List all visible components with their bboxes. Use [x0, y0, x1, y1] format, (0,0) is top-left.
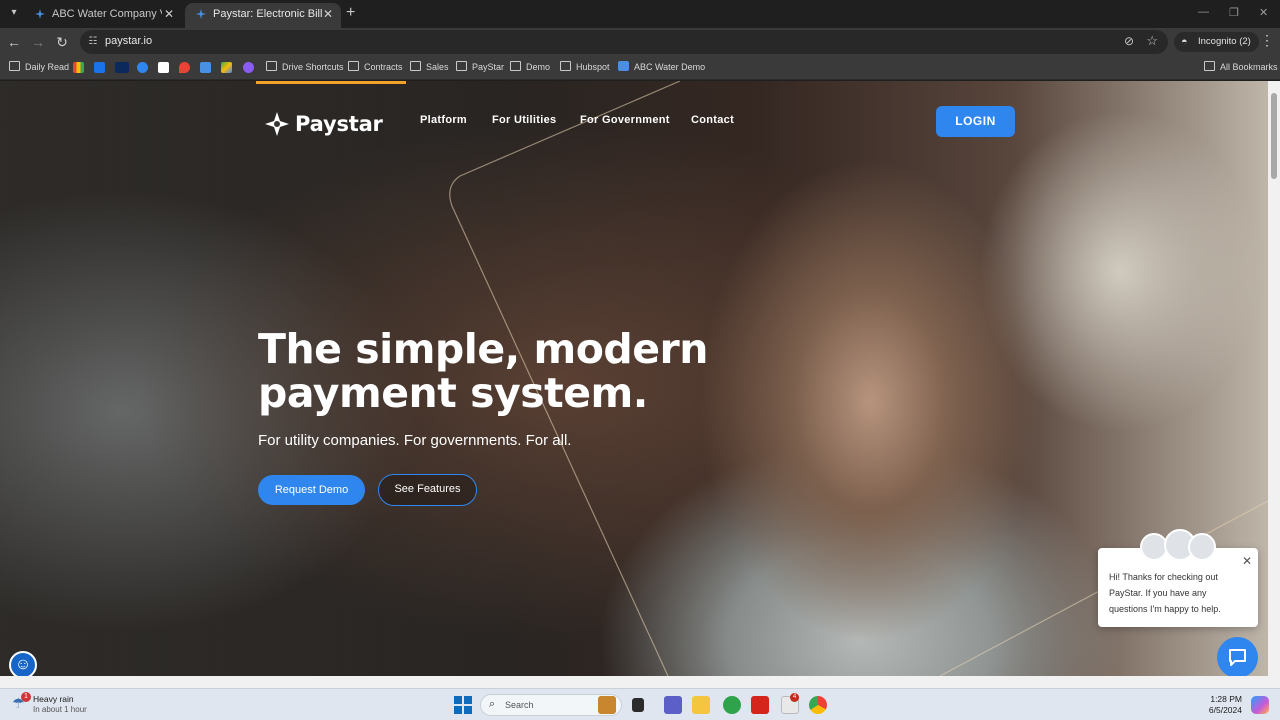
paystar-favicon-icon	[35, 9, 45, 19]
system-clock[interactable]: 1:28 PM 6/5/2024	[1196, 694, 1242, 716]
folder-icon	[410, 61, 421, 71]
close-icon[interactable]: ✕	[323, 3, 333, 25]
eye-slash-icon[interactable]: ⊘	[1124, 34, 1134, 48]
forward-icon[interactable]: →	[29, 33, 47, 51]
chat-launcher-button[interactable]	[1217, 637, 1258, 676]
briefcase-icon[interactable]	[598, 696, 616, 714]
bookmark-drive-shortcuts[interactable]: Drive Shortcuts	[266, 61, 344, 73]
bookmark-abc-water-demo[interactable]: ABC Water Demo	[618, 61, 705, 73]
tab-strip: ▾ ABC Water Company View and ✕ Paystar: …	[0, 0, 1280, 28]
restore-icon[interactable]: ❐	[1229, 6, 1239, 19]
menu-dots-icon[interactable]: ⋮	[1260, 32, 1274, 49]
window-close-icon[interactable]: ✕	[1259, 6, 1268, 19]
avatar	[1188, 533, 1216, 561]
paystar-logo-icon	[618, 61, 629, 71]
bookmark-app-icon[interactable]	[115, 62, 129, 73]
bookmarks-bar: Daily Read Drive Shortcuts Contracts Sal…	[0, 56, 1280, 80]
folder-icon	[9, 61, 20, 71]
incognito-icon: ◓	[1181, 36, 1188, 48]
maps-pin-icon[interactable]	[179, 62, 190, 73]
folder-icon	[560, 61, 571, 71]
bookmark-star-icon[interactable]: ☆	[1146, 33, 1158, 49]
url-text[interactable]: paystar.io	[105, 35, 152, 47]
evernote-icon[interactable]	[723, 696, 741, 714]
tab-title: Paystar: Electronic Bill Presenta	[213, 8, 323, 20]
drive-icon[interactable]	[221, 62, 232, 73]
incognito-profile-button[interactable]: ◓ Incognito (2)	[1174, 32, 1259, 52]
clock-time: 1:28 PM	[1210, 694, 1242, 704]
vertical-scrollbar[interactable]	[1268, 81, 1280, 676]
weather-subtitle: In about 1 hour	[33, 705, 87, 714]
chrome-icon[interactable]	[809, 696, 827, 714]
copilot-icon[interactable]	[1251, 696, 1269, 714]
folder-icon	[456, 61, 467, 71]
nav-for-government[interactable]: For Government	[580, 114, 670, 126]
chat-agent-avatars	[1140, 529, 1216, 565]
chat-bubble-icon	[1229, 649, 1246, 666]
minimize-icon[interactable]: —	[1198, 6, 1209, 18]
login-button[interactable]: LOGIN	[936, 106, 1015, 137]
search-icon: ⌕	[489, 698, 496, 710]
site-info-icon[interactable]: ☷	[86, 35, 100, 49]
tab-paystar[interactable]: Paystar: Electronic Bill Presenta ✕	[185, 3, 341, 28]
task-view-icon[interactable]	[632, 698, 644, 712]
request-demo-button[interactable]: Request Demo	[258, 475, 365, 505]
brand-name: Paystar	[295, 112, 383, 136]
hero-title: The simple, modern payment system.	[258, 325, 708, 417]
hero-subtitle: For utility companies. For governments. …	[258, 432, 572, 449]
profile-label: Incognito (2)	[1198, 36, 1251, 47]
chat-message: Hi! Thanks for checking out PayStar. If …	[1109, 572, 1221, 614]
scroll-thumb[interactable]	[1271, 93, 1277, 179]
bookmark-demo[interactable]: Demo	[510, 61, 550, 73]
paystar-favicon-icon	[196, 9, 206, 19]
folder-icon	[510, 61, 521, 71]
clock-date: 6/5/2024	[1208, 705, 1242, 715]
bookmark-paystar[interactable]: PayStar	[456, 61, 504, 73]
windows-taskbar: ☂ 1 Heavy rain In about 1 hour ⌕ Search …	[0, 688, 1280, 720]
acrobat-icon[interactable]	[751, 696, 769, 714]
gear-icon[interactable]	[243, 62, 254, 73]
check-icon[interactable]	[137, 62, 148, 73]
weather-badge: 1	[21, 692, 31, 702]
folder-icon	[266, 61, 277, 71]
reload-icon[interactable]: ↻	[53, 33, 71, 51]
search-placeholder: Search	[505, 700, 534, 710]
windows-start-icon[interactable]	[454, 696, 472, 714]
weather-title[interactable]: Heavy rain	[33, 694, 74, 704]
all-bookmarks[interactable]: All Bookmarks	[1204, 61, 1278, 73]
teams-icon[interactable]	[664, 696, 682, 714]
new-tab-icon[interactable]: +	[346, 4, 355, 22]
see-features-button[interactable]: See Features	[378, 474, 477, 506]
bookmark-hubspot[interactable]: Hubspot	[560, 61, 610, 73]
nav-platform[interactable]: Platform	[420, 114, 467, 126]
nav-active-indicator	[256, 81, 406, 84]
address-bar[interactable]: ☷ paystar.io ⊘ ☆	[80, 30, 1168, 54]
bookmark-daily-read[interactable]: Daily Read	[9, 61, 69, 73]
close-icon[interactable]: ✕	[164, 3, 174, 25]
back-icon[interactable]: ←	[5, 33, 23, 51]
bookmark-app-icon[interactable]	[158, 62, 169, 73]
gmail-icon[interactable]	[73, 62, 84, 73]
browser-toolbar: ← → ↻ ☷ paystar.io ⊘ ☆ ◓ Incognito (2) ⋮	[0, 28, 1280, 56]
paystar-hero: Paystar Platform For Utilities For Gover…	[0, 81, 1268, 676]
paystar-logo-icon	[265, 112, 289, 136]
bookmark-sales[interactable]: Sales	[410, 61, 449, 73]
horizontal-scrollbar[interactable]	[0, 676, 1280, 688]
notification-badge: 4	[790, 693, 799, 702]
file-explorer-icon[interactable]	[692, 696, 710, 714]
nav-contact[interactable]: Contact	[691, 114, 734, 126]
folder-icon	[348, 61, 359, 71]
tab-abc-water[interactable]: ABC Water Company View and ✕	[24, 3, 182, 28]
paystar-logo-icon[interactable]	[200, 62, 211, 73]
accessibility-icon[interactable]: ☺	[9, 651, 37, 676]
tab-search-icon[interactable]: ▾	[6, 5, 22, 21]
tab-title: ABC Water Company View and	[52, 8, 162, 20]
folder-icon	[1204, 61, 1215, 71]
bookmark-app-icon[interactable]	[94, 62, 105, 73]
close-icon[interactable]: ✕	[1242, 554, 1252, 568]
nav-for-utilities[interactable]: For Utilities	[492, 114, 556, 126]
bookmark-contracts[interactable]: Contracts	[348, 61, 403, 73]
